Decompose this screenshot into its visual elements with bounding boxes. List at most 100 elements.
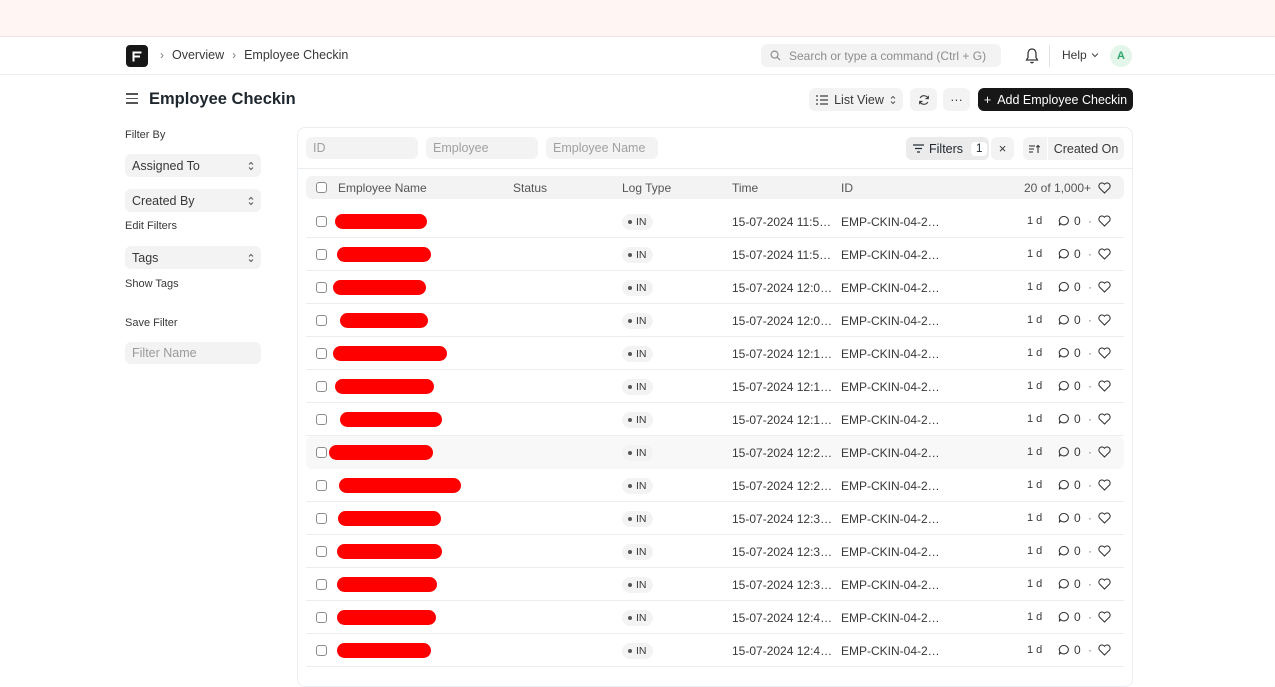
id-cell[interactable]: EMP-CKIN-04-2… [841,644,940,658]
row-checkbox[interactable] [316,282,327,293]
row-checkbox[interactable] [316,447,327,458]
heart-icon[interactable] [1098,545,1111,557]
comment-count[interactable]: 0 [1058,478,1081,492]
comment-count[interactable]: 0 [1058,247,1081,261]
comment-count[interactable]: 0 [1058,445,1081,459]
heart-icon[interactable] [1098,215,1111,227]
table-row[interactable]: IN 15-07-2024 12:4… EMP-CKIN-04-2… 1 d 0 · [306,634,1124,667]
breadcrumb-employee-checkin[interactable]: Employee Checkin [244,48,348,62]
heart-icon[interactable] [1098,644,1111,656]
more-actions-button[interactable]: ··· [943,88,970,111]
filter-name-input[interactable] [125,342,261,364]
sort-field-button[interactable]: Created On [1048,137,1124,160]
filters-button[interactable]: Filters 1 [906,137,989,160]
table-row[interactable]: IN 15-07-2024 12:2… EMP-CKIN-04-2… 1 d 0 · [306,469,1124,502]
row-checkbox[interactable] [316,348,327,359]
table-row[interactable]: IN 15-07-2024 12:4… EMP-CKIN-04-2… 1 d 0 · [306,601,1124,634]
id-cell[interactable]: EMP-CKIN-04-2… [841,248,940,262]
row-checkbox[interactable] [316,645,327,656]
row-checkbox[interactable] [316,579,327,590]
heart-icon[interactable] [1098,380,1111,392]
table-row[interactable]: IN 15-07-2024 12:1… EMP-CKIN-04-2… 1 d 0 · [306,403,1124,436]
employee-name-filter-input[interactable] [546,137,658,159]
id-cell[interactable]: EMP-CKIN-04-2… [841,413,940,427]
heart-icon[interactable] [1098,413,1111,425]
comment-count[interactable]: 0 [1058,379,1081,393]
heart-icon[interactable] [1098,182,1111,194]
comment-count[interactable]: 0 [1058,346,1081,360]
breadcrumb-overview[interactable]: Overview [172,48,224,62]
row-checkbox[interactable] [316,315,327,326]
row-checkbox[interactable] [316,216,327,227]
log-type-pill: IN [622,610,653,626]
tags-select[interactable]: Tags [125,246,261,269]
row-checkbox[interactable] [316,480,327,491]
table-row[interactable]: IN 15-07-2024 12:3… EMP-CKIN-04-2… 1 d 0 · [306,568,1124,601]
heart-icon[interactable] [1098,512,1111,524]
id-cell[interactable]: EMP-CKIN-04-2… [841,380,940,394]
table-row[interactable]: IN 15-07-2024 12:2… EMP-CKIN-04-2… 1 d 0 · [306,436,1124,469]
table-row[interactable]: IN 15-07-2024 12:0… EMP-CKIN-04-2… 1 d 0 · [306,304,1124,337]
show-tags-link[interactable]: Show Tags [125,278,261,290]
row-checkbox[interactable] [316,414,327,425]
id-cell[interactable]: EMP-CKIN-04-2… [841,512,940,526]
table-row[interactable]: IN 15-07-2024 12:0… EMP-CKIN-04-2… 1 d 0 · [306,271,1124,304]
heart-icon[interactable] [1098,347,1111,359]
heart-icon[interactable] [1098,281,1111,293]
list-view-button[interactable]: List View [809,88,903,111]
add-employee-checkin-button[interactable]: + Add Employee Checkin [978,88,1133,111]
id-cell[interactable]: EMP-CKIN-04-2… [841,479,940,493]
table-row[interactable]: IN 15-07-2024 11:5… EMP-CKIN-04-2… 1 d 0 · [306,205,1124,238]
clear-filters-button[interactable]: × [991,137,1014,160]
comment-count[interactable]: 0 [1058,610,1081,624]
id-cell[interactable]: EMP-CKIN-04-2… [841,215,940,229]
heart-icon[interactable] [1098,578,1111,590]
heart-icon[interactable] [1098,446,1111,458]
app-logo[interactable] [126,45,148,67]
search-input[interactable] [789,48,989,63]
comment-count[interactable]: 0 [1058,412,1081,426]
row-checkbox[interactable] [316,249,327,260]
refresh-button[interactable] [910,88,937,111]
heart-icon[interactable] [1098,248,1111,260]
table-row[interactable]: IN 15-07-2024 11:5… EMP-CKIN-04-2… 1 d 0 · [306,238,1124,271]
close-icon: × [998,141,1007,156]
id-cell[interactable]: EMP-CKIN-04-2… [841,446,940,460]
sidebar-toggle-icon[interactable] [126,93,138,107]
select-all-checkbox[interactable] [316,182,327,193]
table-row[interactable]: IN 15-07-2024 12:3… EMP-CKIN-04-2… 1 d 0 · [306,535,1124,568]
table-row[interactable]: IN 15-07-2024 12:1… EMP-CKIN-04-2… 1 d 0 · [306,337,1124,370]
comment-count[interactable]: 0 [1058,643,1081,657]
id-cell[interactable]: EMP-CKIN-04-2… [841,281,940,295]
id-cell[interactable]: EMP-CKIN-04-2… [841,611,940,625]
row-checkbox[interactable] [316,381,327,392]
created-by-select[interactable]: Created By [125,189,261,212]
id-cell[interactable]: EMP-CKIN-04-2… [841,578,940,592]
table-row[interactable]: IN 15-07-2024 12:1… EMP-CKIN-04-2… 1 d 0 · [306,370,1124,403]
heart-icon[interactable] [1098,314,1111,326]
id-filter-input[interactable] [306,137,418,159]
row-checkbox[interactable] [316,546,327,557]
bell-icon[interactable] [1024,47,1040,65]
id-cell[interactable]: EMP-CKIN-04-2… [841,314,940,328]
table-row[interactable]: IN 15-07-2024 12:3… EMP-CKIN-04-2… 1 d 0 · [306,502,1124,535]
comment-count[interactable]: 0 [1058,511,1081,525]
help-dropdown[interactable]: Help [1062,48,1099,62]
comment-count[interactable]: 0 [1058,313,1081,327]
comment-count[interactable]: 0 [1058,280,1081,294]
user-avatar[interactable]: A [1110,45,1132,67]
comment-count[interactable]: 0 [1058,577,1081,591]
search-bar[interactable] [761,44,1001,67]
edit-filters-link[interactable]: Edit Filters [125,220,261,232]
heart-icon[interactable] [1098,479,1111,491]
row-checkbox[interactable] [316,513,327,524]
comment-count[interactable]: 0 [1058,544,1081,558]
comment-count[interactable]: 0 [1058,214,1081,228]
sort-order-button[interactable] [1023,137,1047,160]
id-cell[interactable]: EMP-CKIN-04-2… [841,545,940,559]
assigned-to-select[interactable]: Assigned To [125,154,261,177]
row-checkbox[interactable] [316,612,327,623]
heart-icon[interactable] [1098,611,1111,623]
employee-filter-input[interactable] [426,137,538,159]
id-cell[interactable]: EMP-CKIN-04-2… [841,347,940,361]
